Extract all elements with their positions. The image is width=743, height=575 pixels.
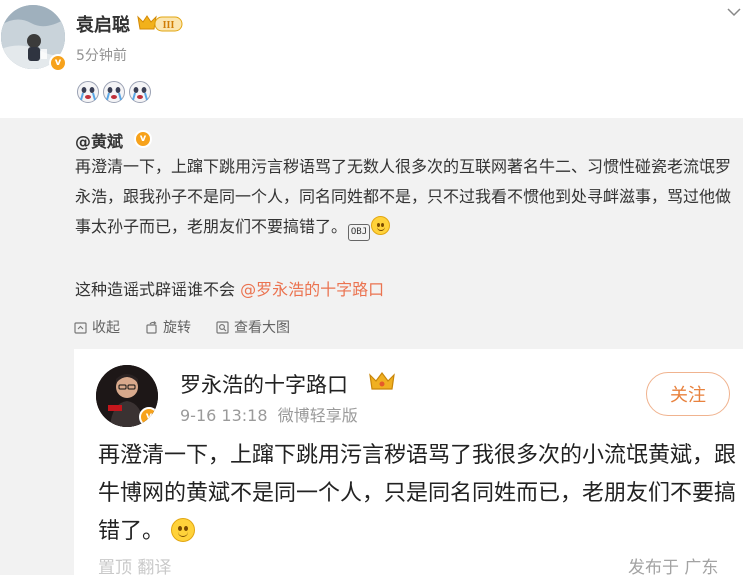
- card-author-name: 罗永浩的十字路口: [180, 373, 348, 397]
- card-location: 发布于 广东: [628, 558, 719, 575]
- card-post-text: 再澄清一下，上蹿下跳用污言秽语骂了我很多次的小流氓黄斌，跟牛博网的黄斌不是同一个…: [98, 437, 738, 551]
- verified-badge-icon: v: [49, 54, 67, 72]
- original-post-body: 再澄清一下，上蹿下跳用污言秽语骂了无数人很多次的互联网著名牛二、习惯性碰瓷老流氓…: [75, 157, 732, 236]
- original-author-link[interactable]: @黄斌: [75, 128, 123, 152]
- crying-face-emoji-icon: [77, 81, 99, 103]
- card-avatar: v: [96, 365, 158, 427]
- original-post-text: 再澄清一下，上蹿下跳用污言秽语骂了无数人很多次的互联网著名牛二、习惯性碰瓷老流氓…: [75, 152, 743, 242]
- card-meta: 9-16 13:18 微博轻享版: [180, 402, 358, 426]
- card-source: 微博轻享版: [277, 406, 358, 425]
- post-time: 5分钟前: [76, 48, 127, 64]
- rotate-button[interactable]: 旋转: [144, 317, 191, 337]
- svg-text:III: III: [163, 20, 175, 31]
- view-large-label: 查看大图: [234, 320, 290, 336]
- emoji-row: [76, 80, 152, 104]
- mention-link[interactable]: @罗永浩的十字路口: [240, 280, 384, 299]
- chevron-down-icon[interactable]: [727, 6, 741, 20]
- author-avatar[interactable]: v: [1, 5, 67, 72]
- verified-badge-icon: v: [134, 130, 152, 148]
- rotate-label: 旋转: [163, 320, 191, 336]
- follow-button: 关注: [646, 372, 730, 416]
- author-name[interactable]: 袁启聪: [76, 11, 130, 37]
- collapse-icon: [74, 321, 87, 334]
- crying-face-emoji-icon: [103, 81, 125, 103]
- collapse-label: 收起: [92, 320, 120, 336]
- repost-comment: 这种造谣式辟谣谁不会 @罗永浩的十字路口: [75, 276, 384, 300]
- card-footer-actions: 置顶 翻译: [98, 558, 172, 575]
- vip-level-badge-icon: III: [137, 15, 183, 32]
- comment-text: 这种造谣式辟谣谁不会: [75, 280, 241, 299]
- view-large-button[interactable]: 查看大图: [215, 317, 290, 337]
- post-header: v 袁启聪 III 5分钟前: [0, 0, 743, 118]
- smile-emoji-icon: [371, 216, 391, 235]
- crying-face-emoji-icon: [129, 81, 151, 103]
- image-actions-bar: 收起 旋转 查看大图: [73, 317, 290, 337]
- rotate-icon: [146, 320, 157, 334]
- collapse-button[interactable]: 收起: [73, 317, 120, 337]
- vip-crown-icon: [369, 372, 395, 390]
- verified-badge-icon: v: [139, 407, 158, 427]
- obj-placeholder-icon: OBJ: [348, 224, 371, 241]
- smile-emoji-icon: [171, 518, 196, 542]
- embedded-screenshot[interactable]: v 罗永浩的十字路口 9-16 13:18 微博轻享版 关注 再澄清一下，上蹿下…: [74, 349, 743, 575]
- card-date: 9-16 13:18: [180, 406, 268, 425]
- view-large-icon: [216, 320, 229, 334]
